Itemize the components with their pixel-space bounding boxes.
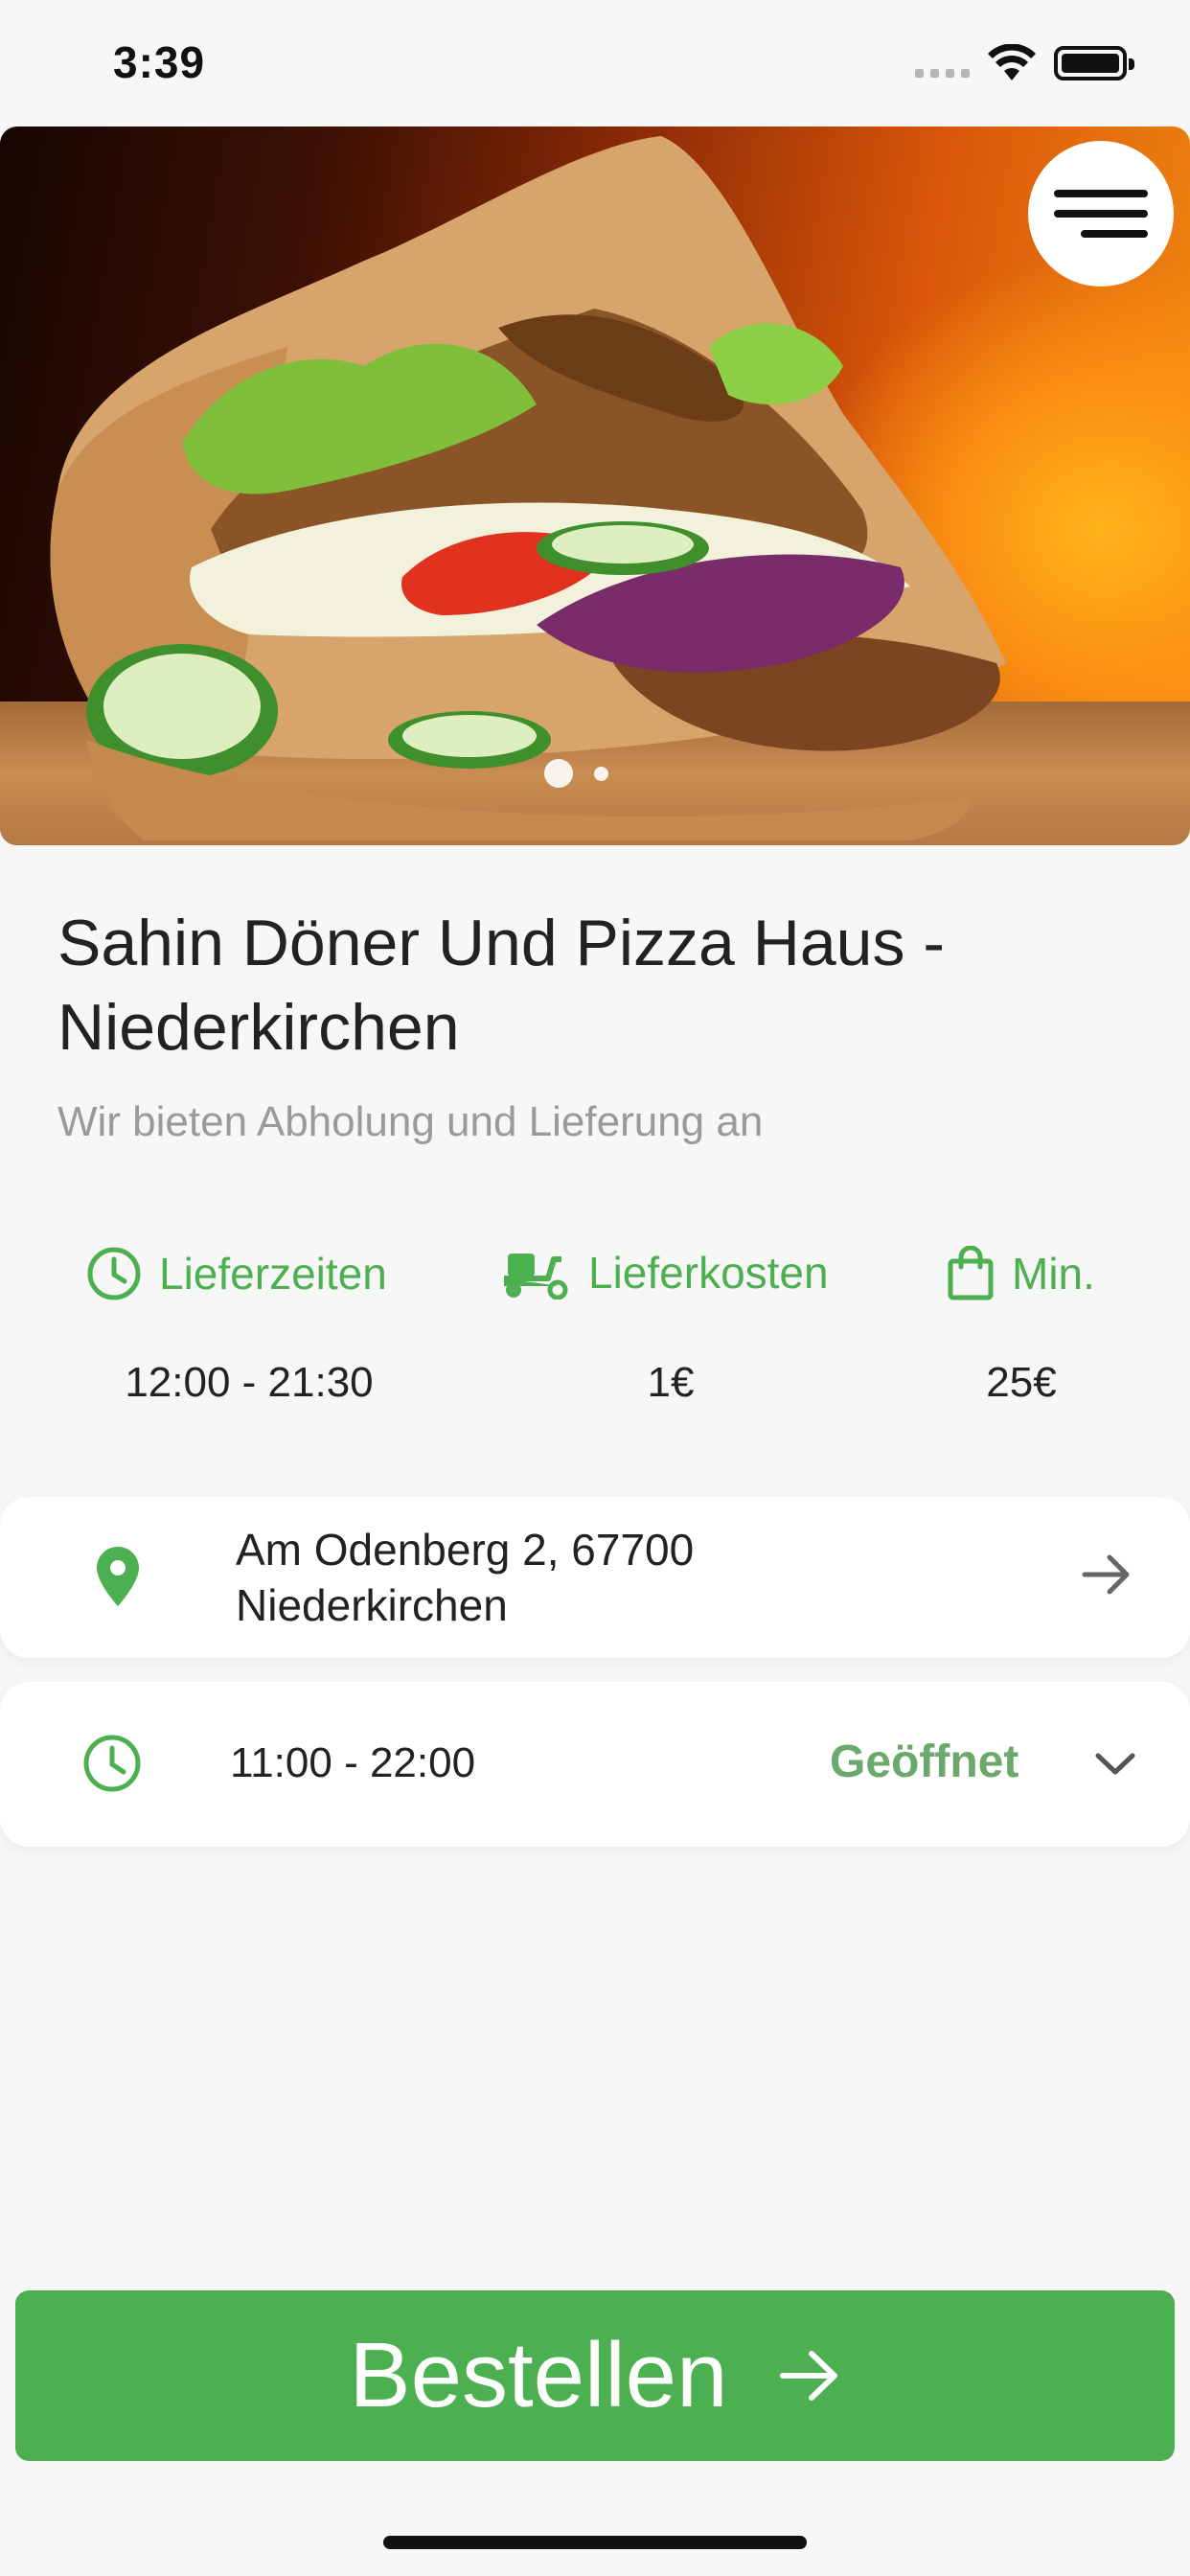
minimum-order-header: Min.: [947, 1246, 1095, 1301]
delivery-cost-header: Lieferkosten: [500, 1246, 829, 1300]
status-bar: 3:39: [0, 0, 1190, 125]
order-button-label: Bestellen: [349, 2324, 728, 2426]
delivery-cost-value: 1€: [647, 1359, 695, 1406]
carousel-dot[interactable]: [594, 766, 608, 781]
delivery-times-label: Lieferzeiten: [159, 1249, 387, 1299]
delivery-info-row: Lieferzeiten Lieferkosten Min. 12:00 - 2…: [0, 1246, 1190, 1418]
carousel-pagination: [544, 759, 608, 788]
minimum-order-value: 25€: [986, 1359, 1057, 1406]
doner-sandwich-image: [50, 136, 1006, 840]
restaurant-name: Sahin Döner Und Pizza Haus - Niederkirch…: [57, 907, 946, 1064]
opening-hours-time: 11:00 - 22:00: [230, 1739, 476, 1786]
open-status-badge: Geöffnet: [830, 1736, 1019, 1787]
delivery-times-header: Lieferzeiten: [86, 1246, 387, 1301]
arrow-right-icon: [780, 2351, 838, 2401]
address-line-1: Am Odenberg 2, 67700: [236, 1525, 695, 1575]
location-pin-icon: [97, 1547, 139, 1606]
restaurant-tagline: Wir bieten Abholung und Lieferung an: [57, 1098, 764, 1145]
opening-hours-card[interactable]: 11:00 - 22:00 Geöffnet: [0, 1682, 1190, 1847]
delivery-cost-label: Lieferkosten: [588, 1248, 829, 1298]
minimum-order-label: Min.: [1012, 1249, 1095, 1299]
arrow-right-icon[interactable]: [1081, 1552, 1133, 1597]
hero-image-carousel[interactable]: [0, 126, 1190, 845]
carousel-dot-active[interactable]: [544, 759, 573, 788]
shopping-bag-icon: [948, 1246, 994, 1300]
clock-icon: [83, 1735, 141, 1792]
scooter-icon: [504, 1254, 568, 1300]
delivery-times-value: 12:00 - 21:30: [125, 1359, 374, 1406]
cellular-signal-icon: [915, 69, 970, 78]
chevron-down-icon[interactable]: [1094, 1751, 1136, 1778]
battery-icon: [1054, 46, 1134, 80]
wifi-icon: [988, 44, 1036, 80]
order-button[interactable]: Bestellen: [15, 2290, 1175, 2461]
address-card[interactable]: Am Odenberg 2, 67700 Niederkirchen: [0, 1497, 1190, 1658]
clock-icon: [87, 1247, 141, 1300]
status-time: 3:39: [113, 37, 206, 87]
hamburger-menu-button[interactable]: [1028, 141, 1174, 287]
home-indicator[interactable]: [383, 2536, 807, 2549]
address-line-2: Niederkirchen: [236, 1580, 508, 1630]
address-text: Am Odenberg 2, 67700 Niederkirchen: [236, 1522, 694, 1633]
